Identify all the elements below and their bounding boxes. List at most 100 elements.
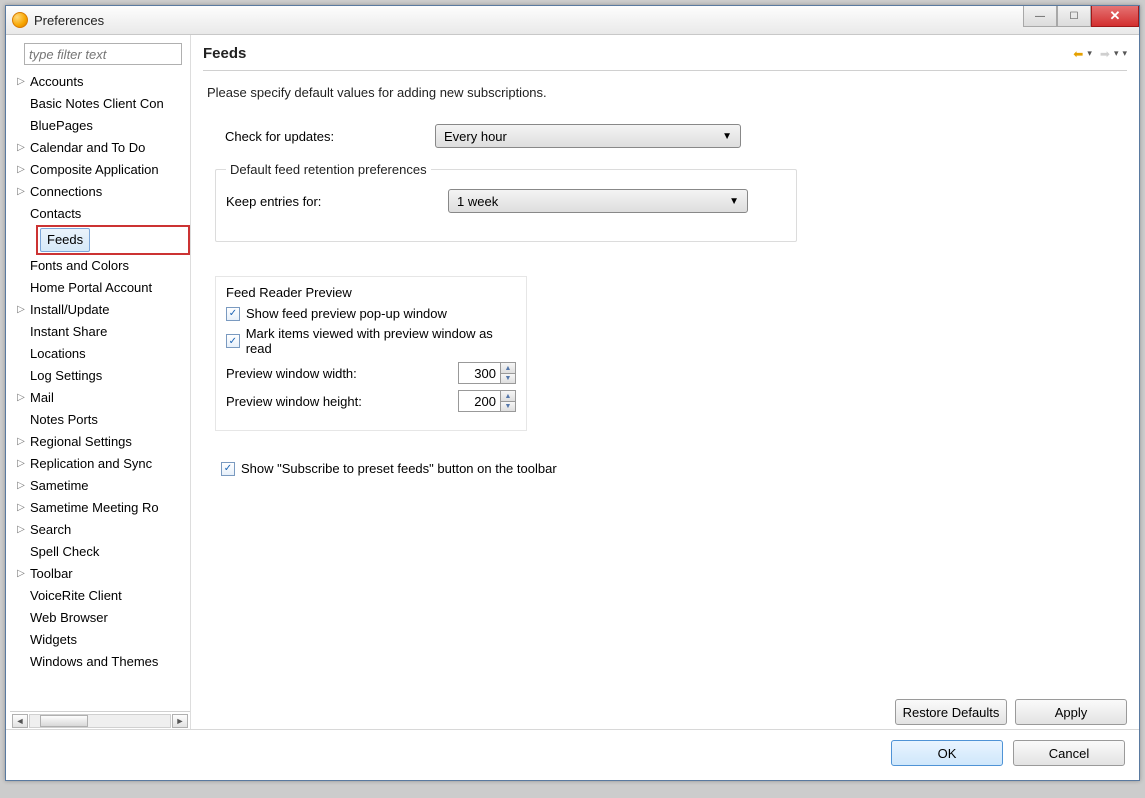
keep-entries-select[interactable]: 1 week ▼ [448, 189, 748, 213]
tree-item[interactable]: ▷Replication and Sync [14, 453, 190, 475]
expand-arrow-icon[interactable]: ▷ [14, 299, 28, 321]
show-popup-checkbox[interactable]: ✓ [226, 307, 240, 321]
tree-item-label: Basic Notes Client Con [28, 93, 164, 115]
tree-item[interactable]: Spell Check [14, 541, 190, 563]
width-step-up[interactable]: ▲ [501, 363, 515, 373]
expand-arrow-icon[interactable]: ▷ [14, 563, 28, 585]
tree-item[interactable]: ▷Connections [14, 181, 190, 203]
show-subscribe-checkbox[interactable]: ✓ [221, 462, 235, 476]
tree-item[interactable]: Fonts and Colors [14, 255, 190, 277]
restore-defaults-button[interactable]: Restore Defaults [895, 699, 1007, 725]
tree-item[interactable]: Contacts [14, 203, 190, 225]
tree-item[interactable]: ▷Mail [14, 387, 190, 409]
tree-item-label: Mail [28, 387, 54, 409]
nav-back-icon[interactable]: ⬅ [1073, 47, 1083, 61]
preview-width-input[interactable] [458, 362, 500, 384]
tree-item[interactable]: Log Settings [14, 365, 190, 387]
tree-item[interactable]: Widgets [14, 629, 190, 651]
tree-item[interactable]: Windows and Themes [14, 651, 190, 673]
tree-item-label: Instant Share [28, 321, 107, 343]
tree-item[interactable]: ▷Calendar and To Do [14, 137, 190, 159]
show-subscribe-label: Show "Subscribe to preset feeds" button … [241, 461, 557, 476]
height-step-down[interactable]: ▼ [501, 401, 515, 411]
tree-item-label: BluePages [28, 115, 93, 137]
tree-item[interactable]: ▷Composite Application [14, 159, 190, 181]
retention-legend: Default feed retention preferences [226, 162, 431, 177]
tree-item[interactable]: Web Browser [14, 607, 190, 629]
close-button[interactable]: ✕ [1091, 6, 1139, 27]
scroll-right-button[interactable]: ► [172, 714, 188, 728]
tree-item[interactable]: ▷Regional Settings [14, 431, 190, 453]
expand-arrow-icon[interactable]: ▷ [14, 431, 28, 453]
tree-item-selected-highlight: Feeds [36, 225, 190, 255]
expand-arrow-icon[interactable]: ▷ [14, 181, 28, 203]
horizontal-scrollbar[interactable]: ◄ ► [10, 711, 190, 729]
expand-arrow-icon[interactable]: ▷ [14, 453, 28, 475]
nav-forward-menu-icon[interactable]: ▾ [1114, 48, 1119, 59]
tree-item[interactable]: BluePages [14, 115, 190, 137]
expand-arrow-icon[interactable]: ▷ [14, 475, 28, 497]
tree-item[interactable]: Locations [14, 343, 190, 365]
height-step-up[interactable]: ▲ [501, 391, 515, 401]
tree-item-label: Log Settings [28, 365, 102, 387]
tree-item-label: Sametime [28, 475, 89, 497]
tree-item[interactable]: ▷Install/Update [14, 299, 190, 321]
ok-button[interactable]: OK [891, 740, 1003, 766]
mark-read-checkbox[interactable]: ✓ [226, 334, 240, 348]
tree-item-label: Locations [28, 343, 86, 365]
apply-button[interactable]: Apply [1015, 699, 1127, 725]
tree-item[interactable]: ▷Sametime Meeting Ro [14, 497, 190, 519]
nav-menu-icon[interactable]: ▾ [1122, 48, 1127, 59]
tree-item[interactable]: Instant Share [14, 321, 190, 343]
maximize-button[interactable]: ☐ [1057, 6, 1091, 27]
tree-item-label: Web Browser [28, 607, 108, 629]
tree-item[interactable]: VoiceRite Client [14, 585, 190, 607]
nav-back-menu-icon[interactable]: ▾ [1087, 48, 1092, 59]
tree-item-label: Accounts [28, 71, 83, 93]
expand-arrow-icon[interactable]: ▷ [14, 159, 28, 181]
dialog-footer: OK Cancel [6, 729, 1139, 780]
chevron-down-icon: ▼ [722, 131, 732, 142]
tree-item[interactable]: ▷Accounts [14, 71, 190, 93]
minimize-button[interactable]: — [1023, 6, 1057, 27]
tree-item-label: Replication and Sync [28, 453, 152, 475]
tree-item-label: Connections [28, 181, 102, 203]
check-updates-label: Check for updates: [225, 129, 435, 144]
keep-entries-label: Keep entries for: [226, 194, 448, 209]
preferences-tree[interactable]: ▷AccountsBasic Notes Client ConBluePages… [10, 71, 190, 707]
tree-item-label: Search [28, 519, 71, 541]
tree-item[interactable]: ▷Toolbar [14, 563, 190, 585]
preferences-window: Preferences — ☐ ✕ ▷AccountsBasic Notes C… [5, 5, 1140, 781]
scroll-track[interactable] [29, 714, 171, 728]
filter-input[interactable] [24, 43, 182, 65]
expand-arrow-icon[interactable]: ▷ [14, 71, 28, 93]
expand-arrow-icon[interactable]: ▷ [14, 497, 28, 519]
expand-arrow-icon[interactable]: ▷ [14, 137, 28, 159]
tree-item[interactable]: ▷Search [14, 519, 190, 541]
nav-forward-icon[interactable]: ➡ [1100, 47, 1110, 61]
expand-arrow-icon[interactable]: ▷ [14, 519, 28, 541]
tree-item-label: Spell Check [28, 541, 99, 563]
page-title: Feeds [203, 45, 1073, 62]
width-step-down[interactable]: ▼ [501, 373, 515, 383]
scroll-thumb[interactable] [40, 715, 88, 727]
mark-read-label: Mark items viewed with preview window as… [246, 326, 516, 356]
keep-entries-value: 1 week [457, 194, 498, 209]
sidebar: ▷AccountsBasic Notes Client ConBluePages… [6, 35, 191, 729]
main-panel: Feeds ⬅▾ ➡▾ ▾ Please specify default val… [191, 35, 1139, 729]
tree-item-label: Toolbar [28, 563, 73, 585]
preview-height-input[interactable] [458, 390, 500, 412]
tree-item[interactable]: Home Portal Account [14, 277, 190, 299]
tree-item[interactable]: Feeds [40, 228, 90, 252]
preview-fieldset: Feed Reader Preview ✓ Show feed preview … [215, 276, 527, 431]
tree-item[interactable]: Notes Ports [14, 409, 190, 431]
tree-item[interactable]: ▷Sametime [14, 475, 190, 497]
window-title: Preferences [34, 13, 104, 28]
check-updates-select[interactable]: Every hour ▼ [435, 124, 741, 148]
expand-arrow-icon[interactable]: ▷ [14, 387, 28, 409]
cancel-button[interactable]: Cancel [1013, 740, 1125, 766]
tree-item[interactable]: Basic Notes Client Con [14, 93, 190, 115]
scroll-left-button[interactable]: ◄ [12, 714, 28, 728]
tree-item-label: Notes Ports [28, 409, 98, 431]
check-updates-value: Every hour [444, 129, 507, 144]
